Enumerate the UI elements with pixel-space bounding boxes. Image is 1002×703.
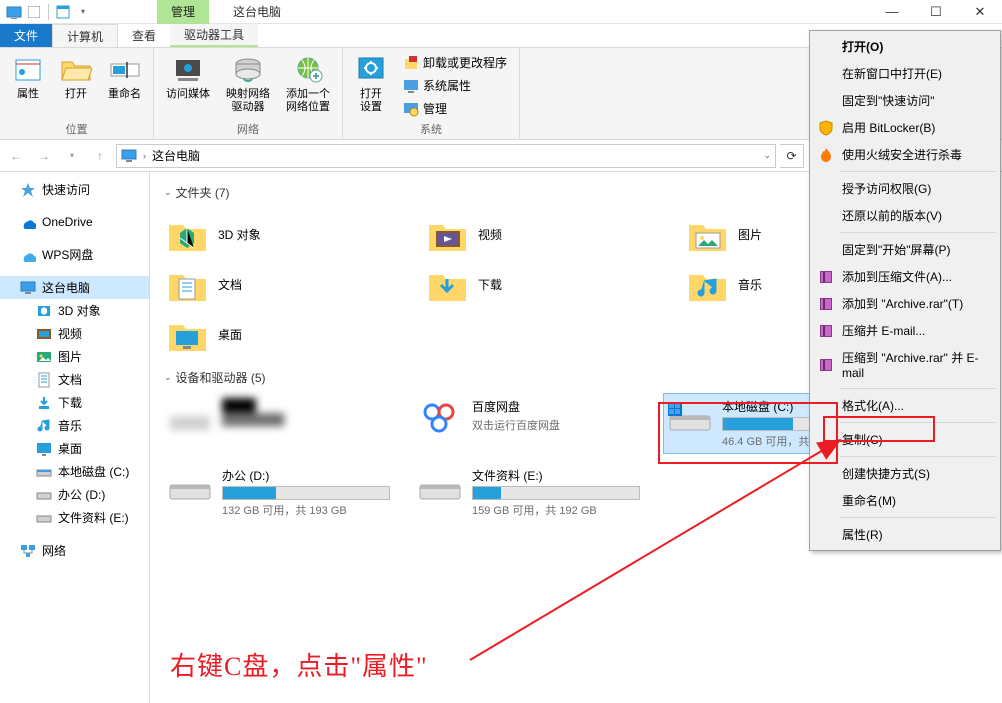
sidebar-videos[interactable]: 视频: [0, 322, 149, 345]
app-icon: [6, 4, 22, 20]
rar-icon: [818, 296, 834, 312]
qat-item[interactable]: [26, 4, 42, 20]
sysprops-button[interactable]: 系统属性: [399, 75, 511, 96]
sidebar-music[interactable]: 音乐: [0, 414, 149, 437]
nav-pane: 快速访问 OneDrive WPS网盘 这台电脑 3D 对象 视频 图片 文档 …: [0, 172, 150, 703]
tab-file[interactable]: 文件: [0, 24, 52, 47]
drive-c-bar: [723, 418, 793, 430]
ctx-pin-start[interactable]: 固定到"开始"屏幕(P): [812, 236, 998, 263]
ctx-format[interactable]: 格式化(A)...: [812, 392, 998, 419]
ctx-rar-add[interactable]: 添加到压缩文件(A)...: [812, 263, 998, 290]
sidebar-drive-d[interactable]: 办公 (D:): [0, 483, 149, 506]
rar-icon: [818, 269, 834, 285]
media-button[interactable]: 访问媒体: [162, 52, 214, 103]
title-bar: ▾ 管理 这台电脑 — ☐ ✕: [0, 0, 1002, 24]
chevron-right-icon: ›: [143, 151, 146, 161]
sidebar-downloads[interactable]: 下载: [0, 391, 149, 414]
quick-access-toolbar: ▾: [0, 4, 97, 20]
sidebar-desktop[interactable]: 桌面: [0, 437, 149, 460]
sidebar-drive-e[interactable]: 文件资料 (E:): [0, 506, 149, 529]
address-segment[interactable]: 这台电脑: [152, 147, 200, 164]
context-menu: 打开(O) 在新窗口中打开(E) 固定到"快速访问" 启用 BitLocker(…: [809, 30, 1001, 551]
map-drive-button[interactable]: 映射网络 驱动器: [222, 52, 274, 116]
sidebar-this-pc[interactable]: 这台电脑: [0, 276, 149, 299]
sidebar-quick-access[interactable]: 快速访问: [0, 178, 149, 201]
add-netloc-button[interactable]: 添加一个 网络位置: [282, 52, 334, 116]
ctx-rar-email[interactable]: 压缩并 E-mail...: [812, 317, 998, 344]
folder-downloads[interactable]: 下载: [424, 259, 654, 309]
shield-icon: [818, 120, 834, 136]
rar-icon: [818, 357, 834, 373]
sidebar-network[interactable]: 网络: [0, 539, 149, 562]
ctx-rar-archive[interactable]: 添加到 "Archive.rar"(T): [812, 290, 998, 317]
ctx-grant-access[interactable]: 授予访问权限(G): [812, 175, 998, 202]
tab-view[interactable]: 查看: [118, 24, 170, 47]
open-button[interactable]: 打开: [56, 52, 96, 103]
qat-dropdown-icon[interactable]: ▾: [75, 4, 91, 20]
rar-icon: [818, 323, 834, 339]
flame-icon: [818, 147, 834, 163]
ctx-huorong[interactable]: 使用火绒安全进行杀毒: [812, 141, 998, 168]
folder-documents[interactable]: 文档: [164, 259, 394, 309]
ctx-restore[interactable]: 还原以前的版本(V): [812, 202, 998, 229]
settings-button[interactable]: 打开 设置: [351, 52, 391, 116]
sidebar-drive-c[interactable]: 本地磁盘 (C:): [0, 460, 149, 483]
drive-d[interactable]: 办公 (D:)132 GB 可用，共 193 GB: [164, 463, 394, 522]
ctx-open[interactable]: 打开(O): [812, 33, 998, 60]
drive-e[interactable]: 文件资料 (E:)159 GB 可用，共 192 GB: [414, 463, 644, 522]
refresh-button[interactable]: ⟳: [780, 144, 804, 168]
ribbon-group-location: 属性 打开 重命名 位置: [0, 48, 154, 139]
ctx-rename[interactable]: 重命名(M): [812, 487, 998, 514]
maximize-button[interactable]: ☐: [914, 0, 958, 24]
annotation-text: 右键C盘，点击"属性": [170, 646, 428, 683]
rename-button[interactable]: 重命名: [104, 52, 145, 103]
ctx-rar-both[interactable]: 压缩到 "Archive.rar" 并 E-mail: [812, 344, 998, 385]
ctx-properties[interactable]: 属性(R): [812, 521, 998, 548]
drive-hidden[interactable]: ████████████: [164, 394, 394, 453]
close-button[interactable]: ✕: [958, 0, 1002, 24]
pc-icon: [121, 148, 137, 164]
recent-button[interactable]: ▾: [60, 144, 84, 168]
forward-button[interactable]: →: [32, 144, 56, 168]
back-button[interactable]: ←: [4, 144, 28, 168]
tab-computer[interactable]: 计算机: [52, 24, 118, 47]
sidebar-3d-objects[interactable]: 3D 对象: [0, 299, 149, 322]
window-title: 这台电脑: [233, 3, 281, 20]
folder-videos[interactable]: 视频: [424, 209, 654, 259]
manage-button[interactable]: 管理: [399, 98, 511, 119]
qat-props-icon[interactable]: [55, 4, 71, 20]
minimize-button[interactable]: —: [870, 0, 914, 24]
tab-drive-tools[interactable]: 驱动器工具: [170, 24, 258, 47]
ctx-copy[interactable]: 复制(C): [812, 426, 998, 453]
sidebar-pictures[interactable]: 图片: [0, 345, 149, 368]
sidebar-onedrive[interactable]: OneDrive: [0, 211, 149, 233]
ctx-new-window[interactable]: 在新窗口中打开(E): [812, 60, 998, 87]
window-controls: — ☐ ✕: [870, 0, 1002, 24]
props-button[interactable]: 属性: [8, 52, 48, 103]
sidebar-wps[interactable]: WPS网盘: [0, 243, 149, 266]
drive-baidu[interactable]: 百度网盘双击运行百度网盘: [414, 394, 644, 453]
ctx-pin-quick[interactable]: 固定到"快速访问": [812, 87, 998, 114]
contextual-tab-label: 管理: [157, 0, 209, 24]
up-button[interactable]: ↑: [88, 144, 112, 168]
ribbon-group-system: 打开 设置 卸载或更改程序 系统属性 管理 系统: [343, 48, 520, 139]
ribbon-group-network: 访问媒体 映射网络 驱动器 添加一个 网络位置 网络: [154, 48, 343, 139]
address-dropdown-icon[interactable]: ⌄: [763, 150, 771, 161]
address-bar[interactable]: › 这台电脑 ⌄: [116, 144, 776, 168]
folder-desktop[interactable]: 桌面: [164, 309, 394, 359]
ctx-bitlocker[interactable]: 启用 BitLocker(B): [812, 114, 998, 141]
ctx-shortcut[interactable]: 创建快捷方式(S): [812, 460, 998, 487]
uninstall-button[interactable]: 卸载或更改程序: [399, 52, 511, 73]
folder-3d-objects[interactable]: 3D 对象: [164, 209, 394, 259]
sidebar-documents[interactable]: 文档: [0, 368, 149, 391]
